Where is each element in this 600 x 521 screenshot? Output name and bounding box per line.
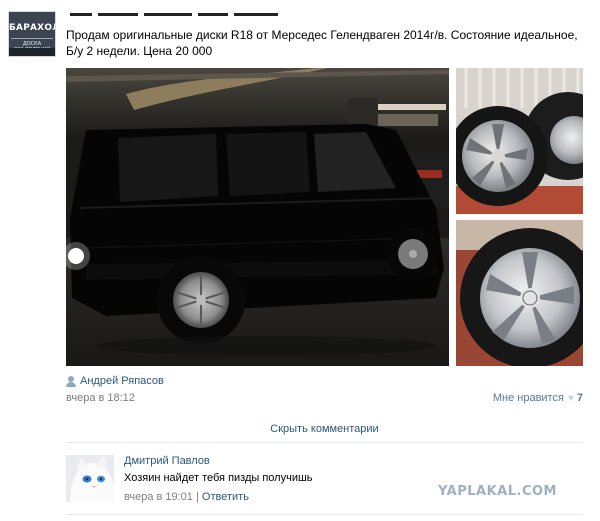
like-button[interactable]: Мне нравится ♥ 7 xyxy=(493,392,583,404)
comment-avatar[interactable] xyxy=(66,455,114,502)
comment-author[interactable]: Дмитрий Павлов xyxy=(124,455,210,467)
comment-date[interactable]: вчера в 19:01 xyxy=(124,491,193,503)
like-label: Мне нравится xyxy=(492,392,564,404)
comment-separator: | xyxy=(195,491,199,503)
heart-icon: ♥ xyxy=(567,392,574,404)
group-avatar-title: БАРАХОЛКА xyxy=(9,23,55,33)
group-avatar[interactable]: БАРАХОЛКА ДОСКА ОБЪЯВЛЕНИЙ xyxy=(8,11,56,57)
hide-comments-link[interactable]: Скрыть комментарии xyxy=(66,423,583,435)
photo-suv[interactable] xyxy=(66,68,449,366)
divider xyxy=(66,514,583,515)
post-text: Продам оригинальные диски R18 от Мерседе… xyxy=(66,28,578,58)
comment-text: Хозяин найдет тебя пизды получишь xyxy=(124,472,313,484)
photo-wheel-closeup[interactable] xyxy=(456,220,583,366)
post-author-name[interactable]: Андрей Ряпасов xyxy=(80,375,164,387)
post-author[interactable]: Андрей Ряпасов xyxy=(66,375,164,387)
photo-wheels-top[interactable] xyxy=(456,68,583,214)
cropped-header-line xyxy=(70,13,290,17)
reply-link[interactable]: Ответить xyxy=(202,491,249,503)
person-icon xyxy=(66,375,76,387)
divider xyxy=(66,442,583,443)
post-date[interactable]: вчера в 18:12 xyxy=(66,392,135,404)
like-count: 7 xyxy=(576,392,583,404)
watermark: YAPLAKAL.COM xyxy=(438,484,557,499)
comment-meta: вчера в 19:01 | Ответить xyxy=(124,491,249,503)
